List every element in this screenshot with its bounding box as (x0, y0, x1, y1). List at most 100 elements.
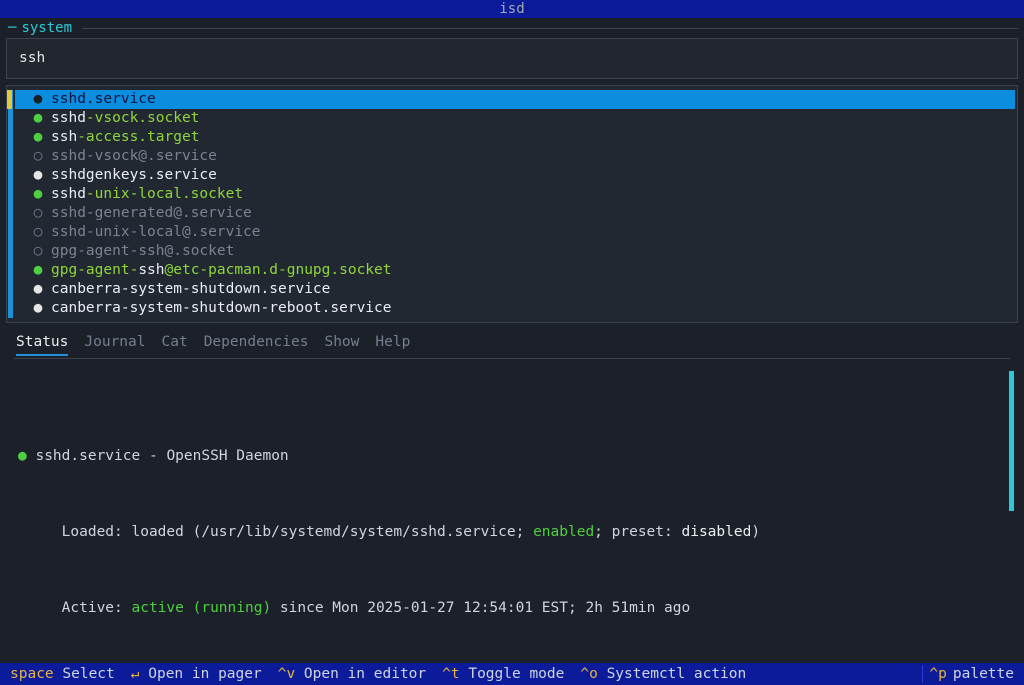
status-name: sshd.service (35, 448, 140, 464)
unit-text: -access.target (77, 128, 199, 147)
footer-hint[interactable]: ^o Systemctl action (580, 665, 746, 684)
unit-text: @etc-pacman.d-gnupg.socket (165, 261, 392, 280)
key-label: Open in editor (295, 666, 426, 682)
unit-text: canberra- (51, 299, 130, 318)
key-hint: ^o (580, 666, 597, 682)
unit-text: sshd (51, 204, 86, 223)
unit-row[interactable]: ○ gpg-agent-ssh@.socket (15, 242, 1015, 261)
app-title: isd (499, 1, 524, 17)
unit-row[interactable]: ● ssh-access.target (15, 128, 1015, 147)
key-hint: ^t (442, 666, 459, 682)
unit-row[interactable]: ● sshdgenkeys.service (15, 166, 1015, 185)
unit-text: gpg-agent- (51, 242, 138, 261)
unit-text: ssh (138, 242, 164, 261)
circle-filled-icon: ● (31, 109, 45, 128)
unit-row[interactable]: ● canberra-system-shutdown.service (15, 280, 1015, 299)
key-hint: ↵ (131, 666, 140, 682)
unit-text: -unix-local@.service (86, 223, 261, 242)
key-label: Open in pager (140, 666, 262, 682)
key-label: Systemctl action (598, 666, 746, 682)
unit-text: gpg-agent- (51, 261, 138, 280)
frame-rule-icon (82, 28, 1018, 29)
unit-text: s (130, 280, 139, 299)
circle-filled-icon: ● (31, 128, 45, 147)
scrollbar-icon (8, 90, 13, 318)
unit-text: ssh (138, 261, 164, 280)
unit-text: sshd (51, 147, 86, 166)
footer-bar: space Select ↵ Open in pager ^v Open in ed… (0, 663, 1024, 685)
tab-show[interactable]: Show (324, 333, 359, 356)
selection-accent-icon (7, 90, 12, 109)
status-desc: OpenSSH Daemon (166, 448, 288, 464)
separator-icon (922, 665, 923, 683)
circle-hollow-icon: ○ (31, 223, 45, 242)
status-pane: ● sshd.service - OpenSSH Daemon Loaded: … (6, 365, 1018, 685)
unit-text: sshd (51, 109, 86, 128)
unit-text: -vsock@.service (86, 147, 217, 166)
tab-cat[interactable]: Cat (162, 333, 188, 356)
unit-text: ystem- (138, 280, 190, 299)
footer-hint[interactable]: ^v Open in editor (278, 665, 426, 684)
unit-text: sshd (51, 185, 86, 204)
search-input[interactable]: ssh (7, 39, 1017, 78)
scrollbar-icon (1009, 371, 1014, 511)
tabs-underline-icon (14, 358, 1010, 359)
unit-text: sh (191, 280, 208, 299)
unit-row[interactable]: ○ sshd-generated@.service (15, 204, 1015, 223)
circle-filled-icon: ● (31, 90, 45, 109)
status-loaded: Loaded: loaded (/usr/lib/systemd/system/… (18, 523, 1008, 542)
footer-hint[interactable]: ^t Toggle mode (442, 665, 564, 684)
unit-row[interactable]: ○ sshd-unix-local@.service (15, 223, 1015, 242)
unit-text: canberra- (51, 280, 130, 299)
frame-label-text: system (21, 20, 72, 36)
key-label: Toggle mode (460, 666, 565, 682)
footer-hint[interactable]: ↵ Open in pager (131, 665, 262, 684)
unit-row[interactable]: ● sshd-vsock.socket (15, 109, 1015, 128)
circle-filled-icon: ● (31, 261, 45, 280)
unit-row[interactable]: ●sshd-unix-local.socket (15, 185, 1015, 204)
status-active: Active: active (running) since Mon 2025-… (18, 599, 1008, 618)
circle-filled-icon: ● (31, 280, 45, 299)
search-panel: ssh (6, 38, 1018, 79)
unit-text: sshd (51, 166, 86, 185)
circle-hollow-icon: ○ (31, 204, 45, 223)
key-hint: ^v (278, 666, 295, 682)
unit-list[interactable]: ●sshd.service●sshd-vsock.socket●ssh-acce… (6, 85, 1018, 323)
circle-filled-icon: ● (31, 299, 45, 318)
unit-text: s (130, 299, 139, 318)
key-hint: ^p (929, 665, 946, 684)
frame-dash-icon: ─ (8, 20, 15, 36)
tab-help[interactable]: Help (375, 333, 410, 356)
status-dot-icon: ● (18, 448, 27, 464)
unit-text: sh (191, 299, 208, 318)
status-header: ● sshd.service - OpenSSH Daemon (18, 447, 1008, 466)
unit-text: -vsock.socket (86, 109, 200, 128)
unit-row[interactable]: ● sshd.service (15, 90, 1015, 109)
unit-text: @.socket (165, 242, 235, 261)
unit-text: sshd (51, 223, 86, 242)
unit-text: ystem- (138, 299, 190, 318)
tabs-row: Status Journal Cat Dependencies Show Help (6, 323, 1018, 358)
unit-row[interactable]: ○ sshd-vsock@.service (15, 147, 1015, 166)
key-hint: space (10, 666, 54, 682)
circle-filled-icon: ● (31, 166, 45, 185)
unit-text: -generated@.service (86, 204, 252, 223)
tab-journal[interactable]: Journal (84, 333, 145, 356)
unit-text: utdown.service (208, 280, 330, 299)
unit-text: .service (86, 90, 156, 109)
tab-status[interactable]: Status (16, 333, 68, 356)
circle-filled-icon: ● (31, 185, 45, 204)
unit-text: sshd (51, 90, 86, 109)
unit-row[interactable]: ● canberra-system-shutdown-reboot.service (15, 299, 1015, 318)
circle-hollow-icon: ○ (31, 147, 45, 166)
unit-text: genkeys.service (86, 166, 217, 185)
title-bar: isd (0, 0, 1024, 18)
unit-text: ssh (51, 128, 77, 147)
circle-hollow-icon: ○ (31, 242, 45, 261)
unit-text: utdown-reboot.service (208, 299, 391, 318)
unit-row[interactable]: ● gpg-agent-ssh@etc-pacman.d-gnupg.socket (15, 261, 1015, 280)
tab-dependencies[interactable]: Dependencies (204, 333, 309, 356)
key-label: Select (54, 666, 115, 682)
footer-hint[interactable]: space Select (10, 665, 115, 684)
footer-right[interactable]: ^p palette (922, 665, 1014, 684)
